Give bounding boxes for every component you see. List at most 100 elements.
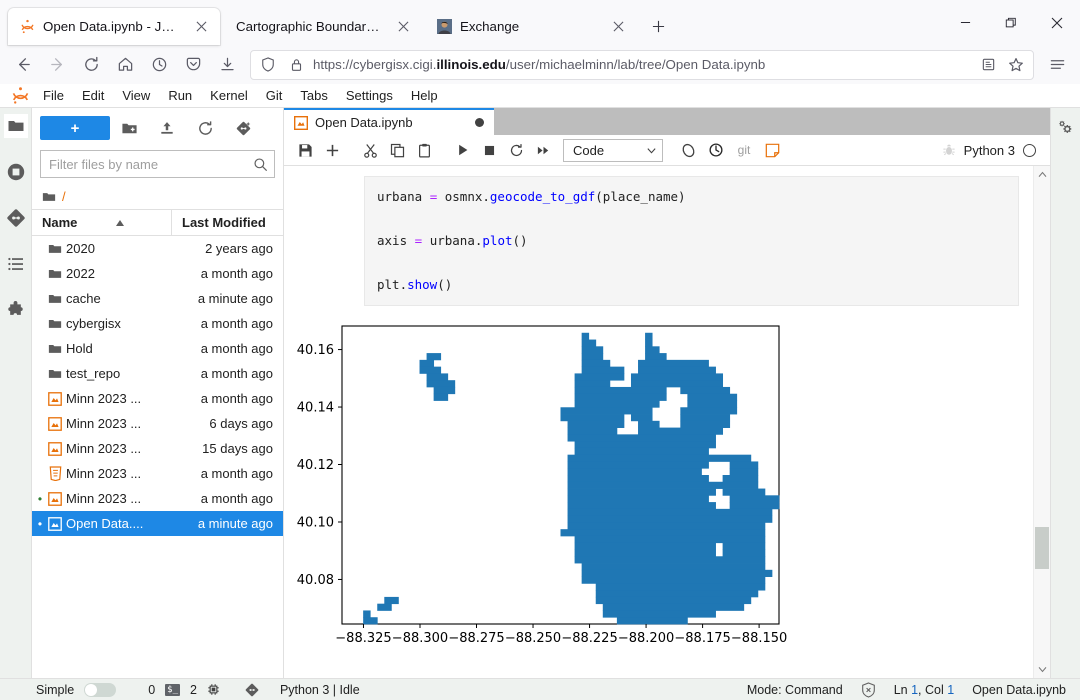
refresh-kernel-icon[interactable] xyxy=(675,137,702,164)
debugger-bug-icon[interactable] xyxy=(942,143,956,157)
menu-edit[interactable]: Edit xyxy=(73,85,113,107)
sidebar-item-table-of-contents[interactable] xyxy=(4,252,28,276)
kernel-icon[interactable] xyxy=(207,683,220,696)
home-icon[interactable] xyxy=(108,49,142,81)
shield-icon[interactable] xyxy=(257,54,279,76)
file-list-item[interactable]: Minn 2023 ...a month ago xyxy=(32,386,283,411)
sidebar-item-file-browser[interactable] xyxy=(4,114,28,138)
boundary-polygon-segment xyxy=(582,360,611,367)
back-arrow-icon[interactable] xyxy=(6,49,40,81)
bookmark-star-icon[interactable] xyxy=(1005,54,1027,76)
file-list-item[interactable]: 20202 years ago xyxy=(32,236,283,261)
file-list-item[interactable]: •Open Data....a minute ago xyxy=(32,511,283,536)
address-bar[interactable]: https://cybergisx.cigi.illinois.edu/user… xyxy=(250,50,1034,80)
browser-tab-1[interactable]: Cartographic Boundary Files xyxy=(220,8,422,45)
refresh-icon[interactable] xyxy=(186,115,224,141)
forward-arrow-icon[interactable] xyxy=(40,49,74,81)
filter-files-field[interactable] xyxy=(40,150,275,178)
close-icon[interactable] xyxy=(393,17,413,37)
menu-git[interactable]: Git xyxy=(257,85,292,107)
file-list-item[interactable]: cachea minute ago xyxy=(32,286,283,311)
close-window-button[interactable] xyxy=(1034,0,1080,45)
file-list-item[interactable]: Holda month ago xyxy=(32,336,283,361)
file-list-item[interactable]: test_repoa month ago xyxy=(32,361,283,386)
lock-icon[interactable] xyxy=(285,54,307,76)
menu-help[interactable]: Help xyxy=(402,85,447,107)
file-list-item[interactable]: 2022a month ago xyxy=(32,261,283,286)
cut-icon[interactable] xyxy=(357,137,384,164)
maximize-button[interactable] xyxy=(988,0,1034,45)
pocket-icon[interactable] xyxy=(176,49,210,81)
git-icon[interactable] xyxy=(244,682,260,698)
boundary-polygon-segment xyxy=(568,428,618,435)
scroll-up-icon[interactable] xyxy=(1038,166,1047,183)
sort-ascending-icon xyxy=(115,219,125,227)
notebook-scrollbar[interactable] xyxy=(1033,166,1050,678)
dock-tab-open-data[interactable]: Open Data.ipynb xyxy=(284,108,494,135)
sidebar-item-extension-manager[interactable] xyxy=(4,298,28,322)
right-activity-bar xyxy=(1050,108,1080,678)
history-icon[interactable] xyxy=(702,137,729,164)
minimize-button[interactable] xyxy=(942,0,988,45)
terminal-icon[interactable]: $_ xyxy=(165,684,180,696)
file-list-item[interactable]: Minn 2023 ...15 days ago xyxy=(32,436,283,461)
scrollbar-track[interactable] xyxy=(1034,183,1050,661)
kernel-status-indicator[interactable] xyxy=(1023,144,1036,157)
new-launcher-button[interactable]: + xyxy=(40,116,110,140)
browser-tab-0[interactable]: Open Data.ipynb - JupyterLab xyxy=(8,8,220,45)
file-list-item[interactable]: cybergisxa month ago xyxy=(32,311,283,336)
menu-file[interactable]: File xyxy=(34,85,73,107)
history-icon[interactable] xyxy=(142,49,176,81)
new-folder-icon[interactable] xyxy=(110,115,148,141)
file-list-item[interactable]: •Minn 2023 ...a month ago xyxy=(32,486,283,511)
reader-view-icon[interactable] xyxy=(977,54,999,76)
y-tick-label: 40.10 xyxy=(297,515,334,530)
kernel-name[interactable]: Python 3 xyxy=(964,143,1015,158)
stop-icon[interactable] xyxy=(476,137,503,164)
save-icon[interactable] xyxy=(292,137,319,164)
file-list-item[interactable]: Minn 2023 ...a month ago xyxy=(32,461,283,486)
browser-tab-2[interactable]: Exchange xyxy=(422,8,637,45)
sidebar-item-property-inspector[interactable] xyxy=(1054,116,1078,140)
menu-kernel[interactable]: Kernel xyxy=(201,85,257,107)
scroll-down-icon[interactable] xyxy=(1038,661,1047,678)
git-status-label[interactable]: git xyxy=(729,137,759,164)
close-icon[interactable] xyxy=(608,17,628,37)
scrollbar-thumb[interactable] xyxy=(1035,527,1049,569)
close-icon[interactable] xyxy=(191,17,211,37)
paste-icon[interactable] xyxy=(411,137,438,164)
shield-off-icon[interactable] xyxy=(861,682,876,698)
menu-view[interactable]: View xyxy=(113,85,159,107)
run-icon[interactable] xyxy=(449,137,476,164)
search-input[interactable] xyxy=(49,157,249,172)
file-list: 20202 years ago2022a month agocachea min… xyxy=(32,236,283,678)
file-list-item[interactable]: Minn 2023 ...6 days ago xyxy=(32,411,283,436)
menu-tabs[interactable]: Tabs xyxy=(291,85,336,107)
sidebar-item-running-terminals[interactable] xyxy=(4,160,28,184)
column-modified-header[interactable]: Last Modified xyxy=(171,210,283,236)
reload-icon[interactable] xyxy=(74,49,108,81)
restart-kernel-icon[interactable] xyxy=(503,137,530,164)
breadcrumb[interactable]: / xyxy=(32,184,283,210)
simple-mode-toggle[interactable] xyxy=(84,683,116,697)
kernel-status-text[interactable]: Python 3 | Idle xyxy=(280,683,360,697)
sidebar-item-git[interactable] xyxy=(4,206,28,230)
folder-icon xyxy=(44,342,66,356)
restart-run-all-icon[interactable] xyxy=(530,137,557,164)
cell-type-select[interactable]: Code xyxy=(563,139,663,162)
downloads-icon[interactable] xyxy=(210,49,244,81)
column-name-header[interactable]: Name xyxy=(42,215,171,230)
new-tab-button[interactable] xyxy=(643,11,673,41)
boundary-polygon-segment xyxy=(582,346,604,353)
copy-icon[interactable] xyxy=(384,137,411,164)
menu-settings[interactable]: Settings xyxy=(337,85,402,107)
app-menu-button[interactable] xyxy=(1040,49,1074,81)
upload-icon[interactable] xyxy=(148,115,186,141)
notes-icon[interactable] xyxy=(759,137,786,164)
git-clone-icon[interactable] xyxy=(224,115,262,141)
breadcrumb-root[interactable]: / xyxy=(62,189,66,204)
insert-cell-icon[interactable] xyxy=(319,137,346,164)
menu-run[interactable]: Run xyxy=(159,85,201,107)
code-cell[interactable]: urbana = osmnx.geocode_to_gdf(place_name… xyxy=(364,176,1019,306)
notebook-scroll-region[interactable]: urbana = osmnx.geocode_to_gdf(place_name… xyxy=(284,166,1033,678)
